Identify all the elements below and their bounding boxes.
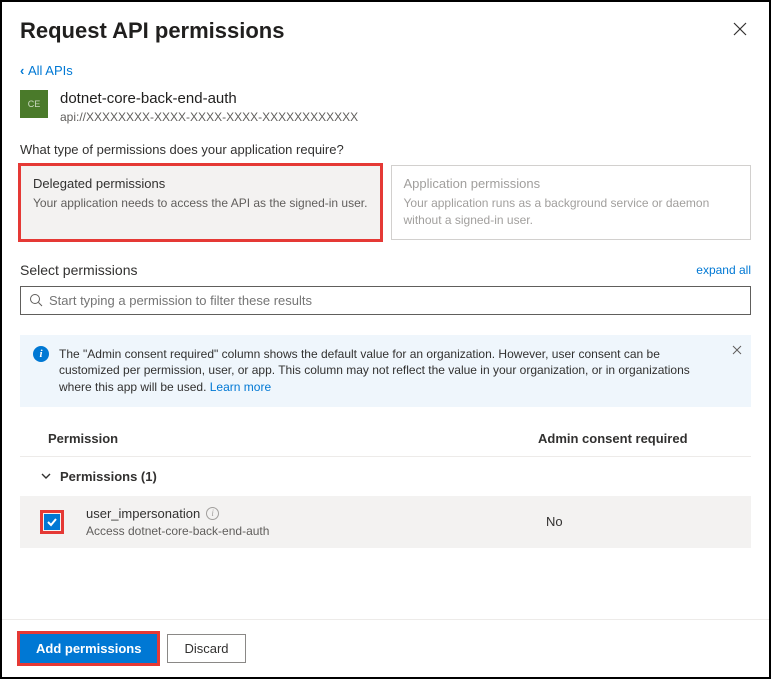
delegated-title: Delegated permissions: [33, 176, 368, 191]
permission-description: Access dotnet-core-back-end-auth: [86, 524, 546, 538]
back-link[interactable]: All APIs: [20, 63, 73, 78]
application-desc: Your application runs as a background se…: [404, 195, 739, 229]
permissions-group-toggle[interactable]: Permissions (1): [20, 457, 751, 496]
permission-type-question: What type of permissions does your appli…: [20, 142, 751, 157]
permission-checkbox[interactable]: [44, 514, 60, 530]
info-banner: i The "Admin consent required" column sh…: [20, 335, 751, 407]
info-icon[interactable]: i: [206, 507, 219, 520]
breadcrumb: All APIs: [20, 63, 751, 78]
learn-more-link[interactable]: Learn more: [210, 380, 271, 394]
application-title: Application permissions: [404, 176, 739, 191]
permission-name: user_impersonation: [86, 506, 200, 521]
delegated-desc: Your application needs to access the API…: [33, 195, 368, 212]
permissions-group-label: Permissions (1): [60, 469, 157, 484]
table-row: user_impersonation i Access dotnet-core-…: [20, 496, 751, 548]
api-uri: api://XXXXXXXX-XXXX-XXXX-XXXX-XXXXXXXXXX…: [60, 110, 358, 124]
close-icon[interactable]: [729, 18, 751, 45]
col-header-permission: Permission: [48, 431, 538, 446]
api-name: dotnet-core-back-end-auth: [60, 90, 358, 107]
search-input[interactable]: [43, 291, 742, 310]
expand-all-link[interactable]: expand all: [696, 263, 751, 277]
select-permissions-label: Select permissions: [20, 262, 138, 278]
application-permissions-card[interactable]: Application permissions Your application…: [391, 165, 752, 240]
info-close-icon[interactable]: [732, 344, 742, 358]
chevron-down-icon: [40, 470, 52, 482]
search-input-wrapper[interactable]: [20, 286, 751, 315]
add-permissions-button[interactable]: Add permissions: [20, 634, 157, 663]
delegated-permissions-card[interactable]: Delegated permissions Your application n…: [20, 165, 381, 240]
discard-button[interactable]: Discard: [167, 634, 245, 663]
admin-consent-value: No: [546, 514, 563, 529]
panel-title: Request API permissions: [20, 18, 284, 44]
col-header-admin: Admin consent required: [538, 431, 731, 446]
search-icon: [29, 293, 43, 307]
api-app-icon: CE: [20, 90, 48, 118]
info-text: The "Admin consent required" column show…: [59, 346, 720, 396]
info-icon: i: [33, 346, 49, 362]
